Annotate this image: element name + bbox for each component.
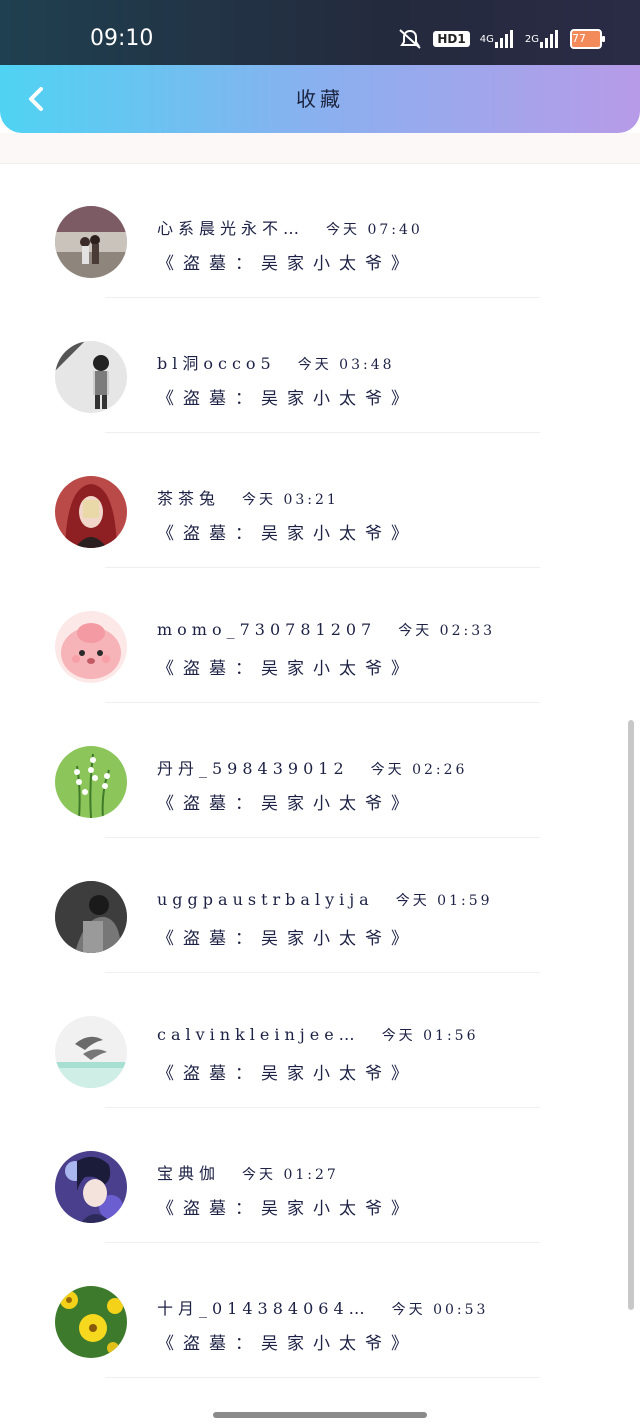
hd-badge: HD1 bbox=[433, 31, 470, 47]
list-item[interactable]: 十月_014384064… 今天 00:53 《盗墓：吴家小太爷》 bbox=[0, 1243, 640, 1378]
item-header: 茶茶兔 今天 03:21 bbox=[157, 485, 339, 509]
item-header: 丹丹_598439012 今天 02:26 bbox=[157, 755, 467, 779]
timestamp: 今天 00:53 bbox=[391, 1302, 489, 1318]
avatar[interactable] bbox=[55, 1016, 127, 1088]
list-item[interactable]: 茶茶兔 今天 03:21 《盗墓：吴家小太爷》 bbox=[0, 433, 640, 568]
item-header: momo_730781207 今天 02:33 bbox=[157, 620, 495, 640]
app-header: 收藏 bbox=[0, 65, 640, 133]
book-title[interactable]: 《盗墓：吴家小太爷》 bbox=[157, 1059, 417, 1084]
user-name: bl洞occo5 bbox=[157, 354, 276, 373]
signal-2g-icon: 2G bbox=[525, 30, 560, 48]
timestamp: 今天 01:27 bbox=[242, 1167, 339, 1183]
avatar[interactable] bbox=[55, 881, 127, 953]
book-title[interactable]: 《盗墓：吴家小太爷》 bbox=[157, 789, 417, 814]
list-item[interactable]: 宝典伽 今天 01:27 《盗墓：吴家小太爷》 bbox=[0, 1108, 640, 1243]
timestamp: 今天 01:56 bbox=[381, 1028, 479, 1044]
avatar[interactable] bbox=[55, 746, 127, 818]
scrollbar[interactable] bbox=[628, 720, 634, 1310]
status-icons: HD1 4G 2G 77 bbox=[397, 28, 605, 50]
network-label-2g: 2G bbox=[524, 33, 539, 45]
list-item[interactable]: calvinkleinjee… 今天 01:56 《盗墓：吴家小太爷》 bbox=[0, 973, 640, 1108]
user-name: 十月_014384064… bbox=[157, 1299, 370, 1318]
item-header: uggpaustrbalyija 今天 01:59 bbox=[157, 890, 493, 910]
home-indicator[interactable] bbox=[213, 1412, 427, 1418]
avatar[interactable] bbox=[55, 1286, 127, 1358]
list-item[interactable]: uggpaustrbalyija 今天 01:59 《盗墓：吴家小太爷》 bbox=[0, 838, 640, 973]
list-item[interactable]: 心系晨光永不… 今天 07:40 《盗墓：吴家小太爷》 bbox=[0, 163, 640, 298]
signal-4g-icon: 4G bbox=[480, 30, 515, 48]
bell-muted-icon bbox=[397, 28, 423, 50]
battery-icon: 77 bbox=[570, 29, 605, 49]
book-title[interactable]: 《盗墓：吴家小太爷》 bbox=[157, 924, 417, 949]
user-name: uggpaustrbalyija bbox=[157, 890, 374, 909]
list-item[interactable]: bl洞occo5 今天 03:48 《盗墓：吴家小太爷》 bbox=[0, 298, 640, 433]
item-header: bl洞occo5 今天 03:48 bbox=[157, 350, 395, 374]
avatar[interactable] bbox=[55, 206, 127, 278]
list-item[interactable]: 丹丹_598439012 今天 02:26 《盗墓：吴家小太爷》 bbox=[0, 703, 640, 838]
user-name: 宝典伽 bbox=[157, 1164, 221, 1183]
item-header: calvinkleinjee… 今天 01:56 bbox=[157, 1025, 478, 1045]
avatar[interactable] bbox=[55, 476, 127, 548]
timestamp: 今天 01:59 bbox=[395, 893, 493, 909]
timestamp: 今天 03:48 bbox=[297, 357, 395, 373]
user-name: 茶茶兔 bbox=[157, 489, 221, 508]
avatar[interactable] bbox=[55, 341, 127, 413]
network-label-4g: 4G bbox=[479, 33, 494, 45]
status-time: 09:10 bbox=[90, 26, 154, 51]
timestamp: 今天 02:26 bbox=[370, 762, 468, 778]
user-name: calvinkleinjee… bbox=[157, 1025, 360, 1044]
list-item[interactable]: momo_730781207 今天 02:33 《盗墓：吴家小太爷》 bbox=[0, 568, 640, 703]
list-top-divider bbox=[0, 133, 640, 164]
user-name: 丹丹_598439012 bbox=[157, 759, 349, 778]
item-header: 十月_014384064… 今天 00:53 bbox=[157, 1295, 488, 1319]
book-title[interactable]: 《盗墓：吴家小太爷》 bbox=[157, 1329, 417, 1354]
user-name: momo_730781207 bbox=[157, 620, 377, 639]
page-title: 收藏 bbox=[296, 87, 344, 111]
avatar[interactable] bbox=[55, 1151, 127, 1223]
item-header: 宝典伽 今天 01:27 bbox=[157, 1160, 339, 1184]
user-name: 心系晨光永不… bbox=[157, 219, 305, 238]
avatar[interactable] bbox=[55, 611, 127, 683]
timestamp: 今天 03:21 bbox=[242, 492, 339, 508]
timestamp: 今天 02:33 bbox=[398, 623, 496, 639]
book-title[interactable]: 《盗墓：吴家小太爷》 bbox=[157, 1194, 417, 1219]
book-title[interactable]: 《盗墓：吴家小太爷》 bbox=[157, 519, 417, 544]
timestamp: 今天 07:40 bbox=[326, 222, 423, 238]
book-title[interactable]: 《盗墓：吴家小太爷》 bbox=[157, 249, 417, 274]
book-title[interactable]: 《盗墓：吴家小太爷》 bbox=[157, 384, 417, 409]
item-header: 心系晨光永不… 今天 07:40 bbox=[157, 215, 423, 239]
divider bbox=[105, 1377, 540, 1378]
book-title[interactable]: 《盗墓：吴家小太爷》 bbox=[157, 654, 417, 679]
favorites-list: 心系晨光永不… 今天 07:40 《盗墓：吴家小太爷》 bl洞occo5 今天 03… bbox=[0, 163, 640, 1378]
